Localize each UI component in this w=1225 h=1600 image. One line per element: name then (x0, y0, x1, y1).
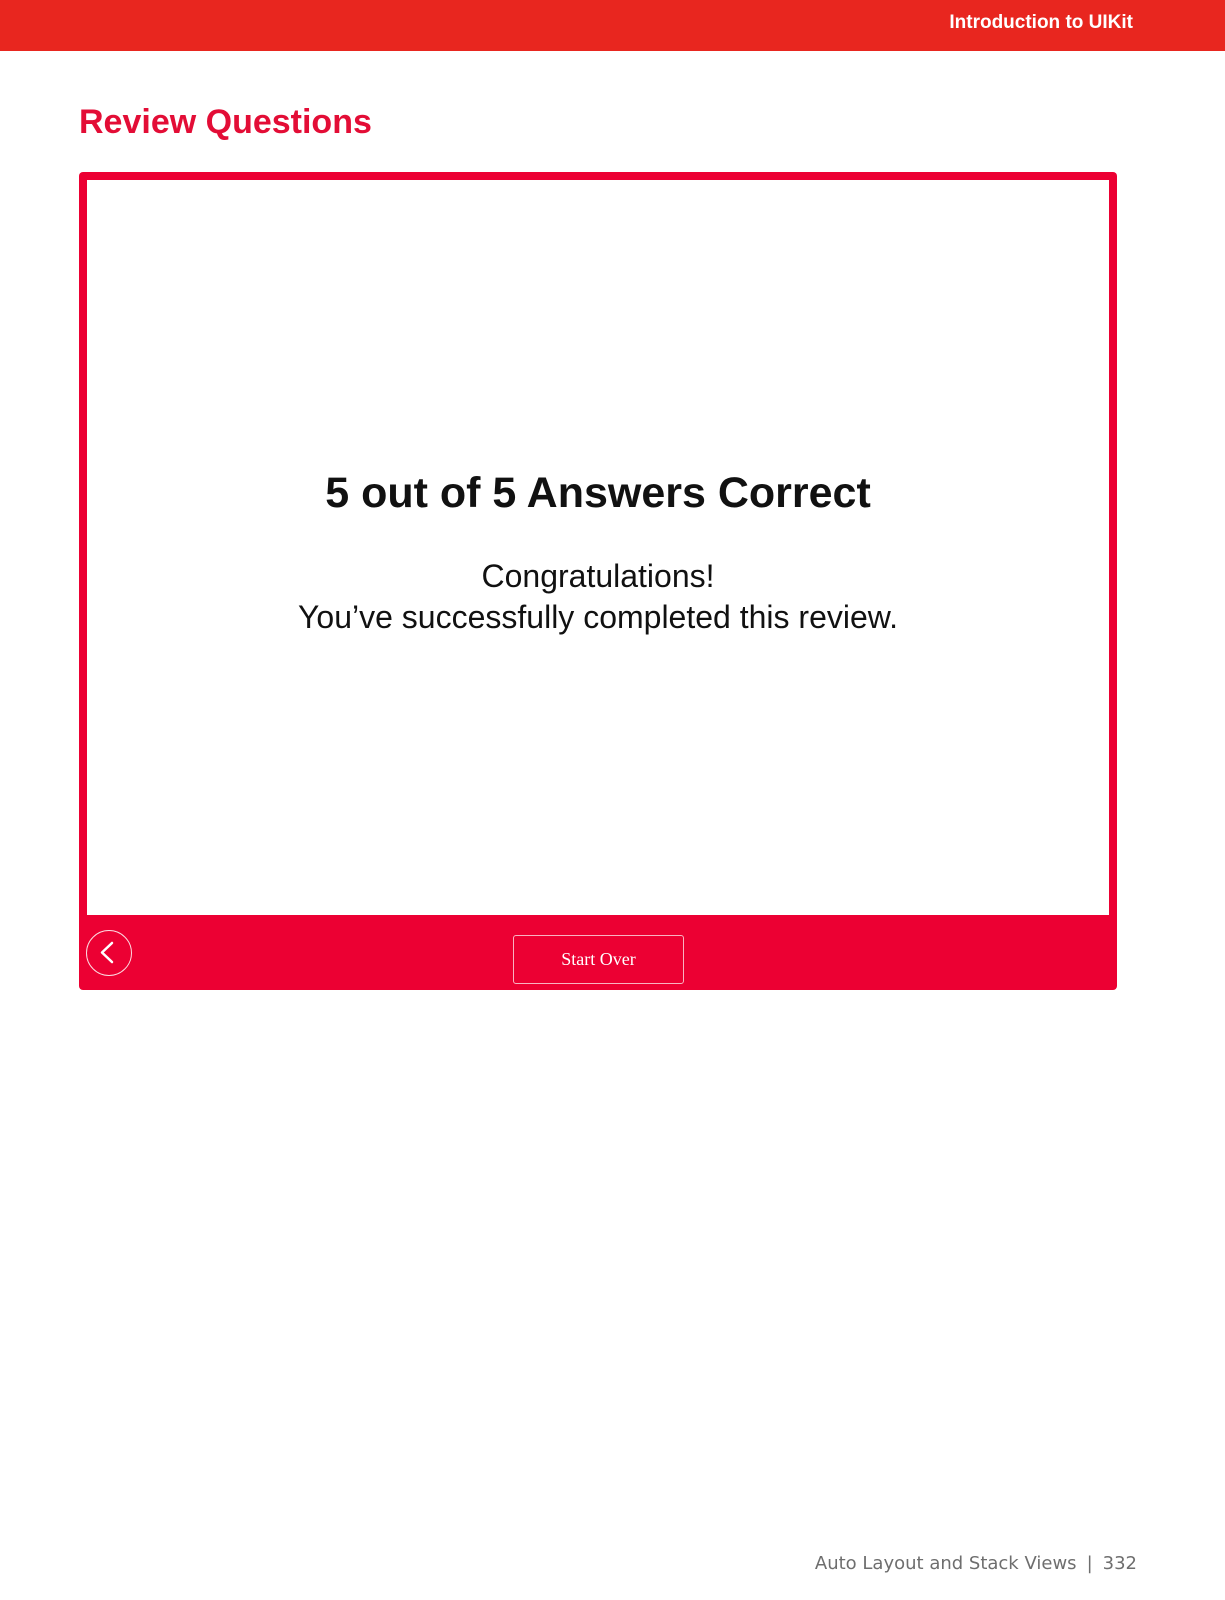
review-quiz-widget: 5 out of 5 Answers Correct Congratulatio… (79, 172, 1117, 990)
message-line-completed: You’ve successfully completed this revie… (298, 599, 898, 635)
section-heading: Review Questions (79, 103, 372, 141)
book-title: Introduction to UIKit (949, 12, 1133, 33)
back-button[interactable] (86, 930, 132, 976)
chevron-left-icon (100, 941, 114, 964)
chapter-title: Auto Layout and Stack Views (814, 1553, 1077, 1574)
footer-separator: | (1086, 1553, 1093, 1574)
score-title: 5 out of 5 Answers Correct (325, 469, 871, 517)
top-bar: Introduction to UIKit (0, 0, 1225, 51)
quiz-content-panel: 5 out of 5 Answers Correct Congratulatio… (87, 180, 1109, 915)
page-footer: Auto Layout and Stack Views | 332 (815, 1553, 1137, 1574)
start-over-button[interactable]: Start Over (513, 935, 684, 984)
page-number: 332 (1102, 1553, 1137, 1574)
quiz-footer-bar: Start Over (79, 915, 1117, 990)
completion-message: Congratulations! You’ve successfully com… (87, 556, 1109, 638)
message-line-congratulations: Congratulations! (481, 558, 715, 594)
